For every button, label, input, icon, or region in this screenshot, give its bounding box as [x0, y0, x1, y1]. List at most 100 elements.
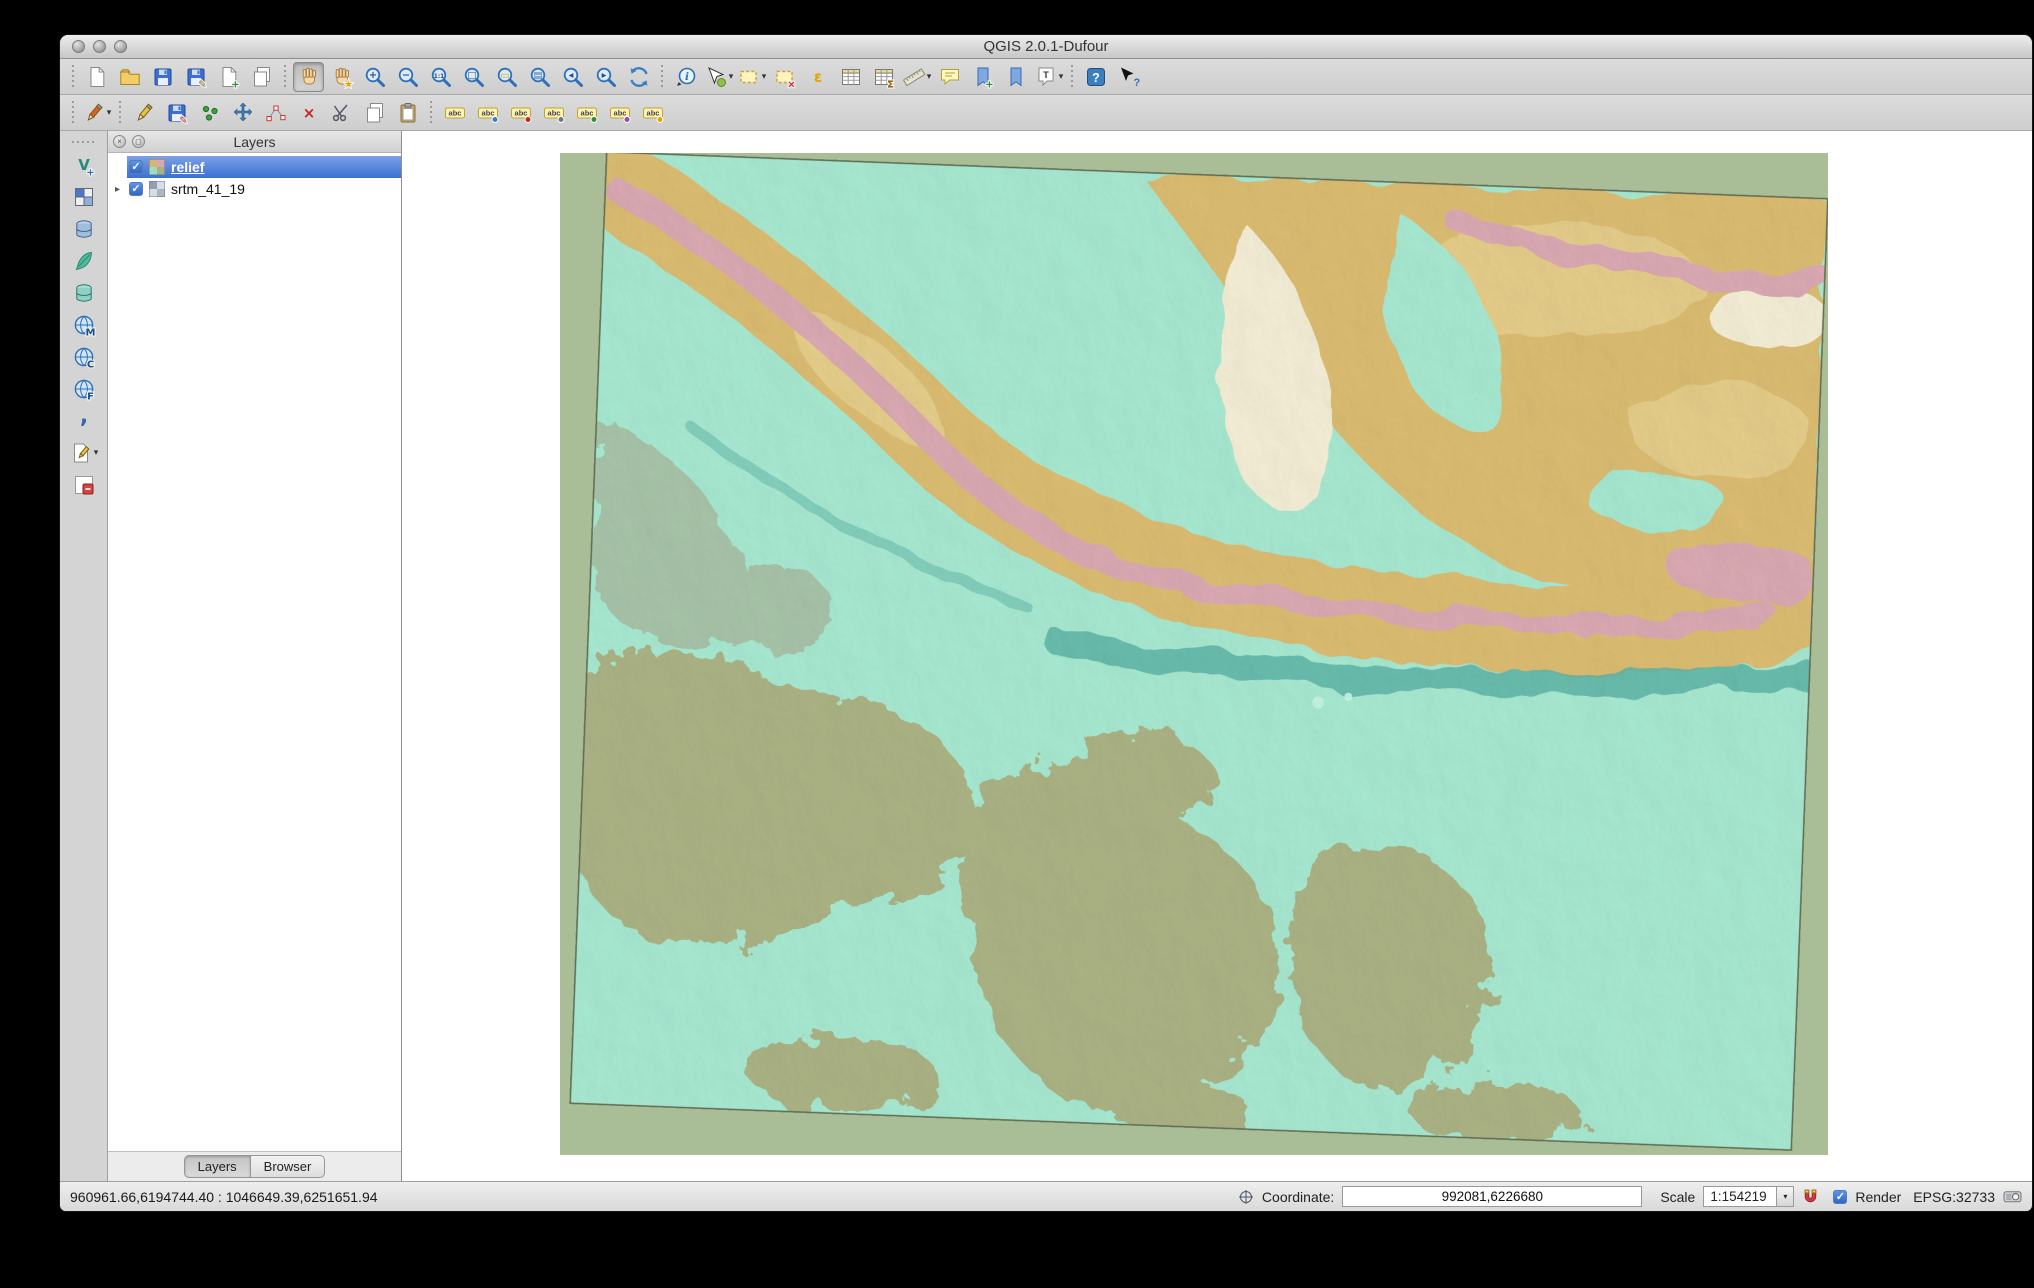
- current-edits[interactable]: ▾: [81, 98, 112, 128]
- add-wfs-layer[interactable]: F: [68, 374, 99, 403]
- add-spatialite-layer[interactable]: [68, 246, 99, 275]
- toolbar-grip[interactable]: [72, 101, 74, 125]
- select-features-dropdown-arrow[interactable]: ▾: [762, 72, 767, 82]
- pan-to-selection[interactable]: ★: [326, 62, 357, 92]
- measure-icon: [902, 65, 926, 89]
- layers-panel-header[interactable]: × ◻ Layers: [108, 131, 401, 153]
- panel-tab-layers[interactable]: Layers: [184, 1155, 251, 1178]
- toolbar-grip[interactable]: [1071, 65, 1073, 89]
- scale-combo[interactable]: 1:154219 ▾: [1703, 1186, 1794, 1207]
- open-project[interactable]: [114, 62, 145, 92]
- pin-unpin-labels[interactable]: abc: [505, 98, 536, 128]
- layer-visibility-checkbox[interactable]: ✓: [129, 182, 143, 196]
- zoom-last[interactable]: ◂: [557, 62, 588, 92]
- panel-tab-browser[interactable]: Browser: [251, 1155, 326, 1178]
- render-checkbox[interactable]: ✓: [1833, 1190, 1847, 1204]
- coordinate-input[interactable]: [1342, 1186, 1642, 1207]
- select-features[interactable]: ▾: [736, 62, 767, 92]
- measure[interactable]: ▾: [901, 62, 932, 92]
- add-postgis-layer[interactable]: [68, 214, 99, 243]
- minimize-window-button[interactable]: [93, 40, 106, 53]
- remove-layer[interactable]: [68, 470, 99, 499]
- new-shapefile-layer-dropdown-arrow[interactable]: ▾: [94, 448, 99, 458]
- crs-display[interactable]: EPSG:32733: [1913, 1189, 1995, 1205]
- delete-selected-icon: ×: [297, 101, 321, 125]
- crs-status-icon[interactable]: [2003, 1189, 2022, 1204]
- zoom-native-resolution[interactable]: 1:1: [425, 62, 456, 92]
- zoom-window-button[interactable]: [114, 40, 127, 53]
- layer-expander-icon[interactable]: ▸: [108, 184, 127, 195]
- cut-features[interactable]: [326, 98, 357, 128]
- add-wms-layer[interactable]: M: [68, 310, 99, 339]
- layer-visibility-checkbox[interactable]: ✓: [129, 160, 143, 174]
- zoom-in[interactable]: +: [359, 62, 390, 92]
- zoom-out[interactable]: −: [392, 62, 423, 92]
- new-bookmark[interactable]: +: [967, 62, 998, 92]
- delete-selected[interactable]: ×: [293, 98, 324, 128]
- run-feature-action[interactable]: ▾: [703, 62, 734, 92]
- new-print-composer[interactable]: +: [213, 62, 244, 92]
- toggle-editing[interactable]: [128, 98, 159, 128]
- close-window-button[interactable]: [72, 40, 85, 53]
- composer-manager[interactable]: [246, 62, 277, 92]
- toolbar-grip[interactable]: [430, 101, 432, 125]
- panel-close-icon[interactable]: ×: [113, 135, 126, 148]
- copy-features[interactable]: [359, 98, 390, 128]
- add-raster-layer[interactable]: [68, 182, 99, 211]
- select-by-expression[interactable]: ε: [802, 62, 833, 92]
- new-project[interactable]: [81, 62, 112, 92]
- node-tool[interactable]: [260, 98, 291, 128]
- mouse-position-icon[interactable]: [1238, 1189, 1254, 1205]
- zoom-full[interactable]: □: [458, 62, 489, 92]
- current-edits-dropdown-arrow[interactable]: ▾: [107, 108, 112, 118]
- measure-dropdown-arrow[interactable]: ▾: [927, 72, 932, 82]
- change-label-properties[interactable]: abc: [472, 98, 503, 128]
- add-feature[interactable]: [194, 98, 225, 128]
- map-canvas[interactable]: [402, 131, 2032, 1181]
- toolbar-grip[interactable]: [284, 65, 286, 89]
- layer-row-relief[interactable]: ✓relief: [108, 156, 401, 178]
- paste-features[interactable]: [392, 98, 423, 128]
- magnet-icon[interactable]: [1802, 1188, 1819, 1205]
- move-feature[interactable]: [227, 98, 258, 128]
- text-annotation-dropdown-arrow[interactable]: ▾: [1059, 72, 1064, 82]
- whats-this[interactable]: ?: [1113, 62, 1144, 92]
- show-hide-labels[interactable]: abc: [538, 98, 569, 128]
- save-project-as[interactable]: ✎: [180, 62, 211, 92]
- deselect-all[interactable]: ×: [769, 62, 800, 92]
- field-calculator[interactable]: Σ: [868, 62, 899, 92]
- scale-dropdown-arrow[interactable]: ▾: [1776, 1187, 1793, 1206]
- toolbar-grip[interactable]: [119, 101, 121, 125]
- refresh-map[interactable]: [623, 62, 654, 92]
- pan-map[interactable]: [293, 62, 324, 92]
- help-contents[interactable]: ?: [1080, 62, 1111, 92]
- svg-text:M: M: [85, 327, 95, 337]
- window-titlebar[interactable]: QGIS 2.0.1-Dufour: [60, 35, 2032, 59]
- save-project[interactable]: [147, 62, 178, 92]
- svg-text:?: ?: [1133, 77, 1140, 89]
- zoom-next[interactable]: ▸: [590, 62, 621, 92]
- move-label[interactable]: abc: [571, 98, 602, 128]
- toolbar-grip[interactable]: [72, 141, 96, 143]
- layer-labeling-options[interactable]: abc: [439, 98, 470, 128]
- save-layer-edits[interactable]: ✎: [161, 98, 192, 128]
- add-vector-layer[interactable]: V+: [68, 150, 99, 179]
- show-bookmarks[interactable]: [1000, 62, 1031, 92]
- panel-float-icon[interactable]: ◻: [132, 135, 145, 148]
- zoom-to-layer[interactable]: ▤: [524, 62, 555, 92]
- zoom-to-selection[interactable]: ▭: [491, 62, 522, 92]
- map-tips[interactable]: [934, 62, 965, 92]
- add-delimited-text-layer[interactable]: ,: [68, 406, 99, 435]
- toolbar-grip[interactable]: [661, 65, 663, 89]
- add-mssql-layer[interactable]: [68, 278, 99, 307]
- identify-features[interactable]: i: [670, 62, 701, 92]
- add-wcs-layer[interactable]: C: [68, 342, 99, 371]
- toolbar-grip[interactable]: [72, 65, 74, 89]
- layer-row-srtm_41_19[interactable]: ▸✓srtm_41_19: [108, 178, 401, 200]
- rotate-label[interactable]: abc: [604, 98, 635, 128]
- change-label[interactable]: abc: [637, 98, 668, 128]
- run-feature-action-dropdown-arrow[interactable]: ▾: [729, 72, 734, 82]
- new-shapefile-layer[interactable]: ▾: [68, 438, 99, 467]
- open-attribute-table[interactable]: [835, 62, 866, 92]
- text-annotation[interactable]: T▾: [1033, 62, 1064, 92]
